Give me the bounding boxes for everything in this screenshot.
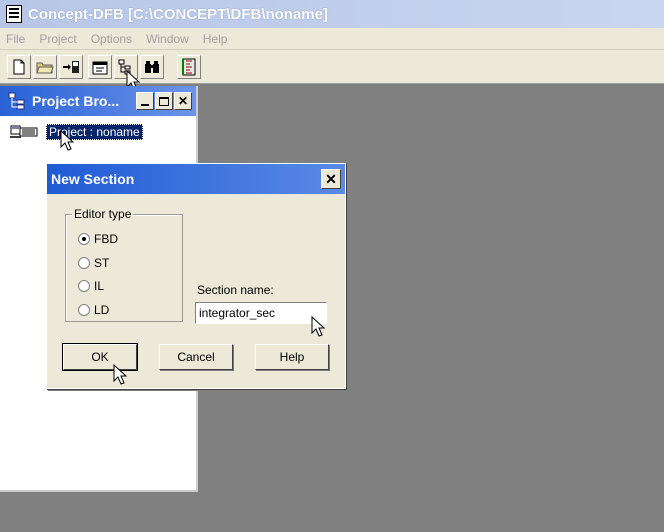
editor-type-label: Editor type bbox=[72, 207, 134, 221]
app-icon bbox=[6, 5, 22, 23]
close-icon: ✕ bbox=[325, 170, 337, 187]
project-browser-icon bbox=[8, 92, 25, 110]
radio-fbd[interactable]: FBD bbox=[78, 232, 118, 246]
properties-button[interactable] bbox=[88, 55, 112, 79]
help-button[interactable]: Help bbox=[255, 344, 329, 370]
radio-label: FBD bbox=[94, 232, 118, 246]
maximize-icon bbox=[159, 96, 169, 106]
maximize-button[interactable] bbox=[155, 92, 173, 110]
section-name-input[interactable] bbox=[195, 302, 327, 324]
dialog-title-bar[interactable]: New Section ✕ bbox=[47, 164, 345, 194]
menu-project[interactable]: Project bbox=[32, 32, 83, 46]
close-button[interactable]: ✕ bbox=[174, 92, 192, 110]
ruler-icon bbox=[182, 58, 196, 76]
close-icon: ✕ bbox=[177, 94, 189, 108]
radio-button[interactable] bbox=[78, 304, 90, 316]
properties-icon bbox=[92, 61, 108, 75]
new-file-icon bbox=[13, 59, 25, 75]
open-button[interactable] bbox=[33, 55, 57, 79]
ruler-button[interactable] bbox=[177, 55, 201, 79]
dialog-title: New Section bbox=[51, 171, 135, 187]
radio-button[interactable] bbox=[78, 280, 90, 292]
menu-bar: File Project Options Window Help bbox=[0, 28, 664, 50]
dialog-close-button[interactable]: ✕ bbox=[321, 169, 341, 189]
menu-help[interactable]: Help bbox=[196, 32, 235, 46]
radio-st[interactable]: ST bbox=[78, 256, 109, 270]
minimize-icon bbox=[141, 104, 149, 106]
minimize-button[interactable] bbox=[136, 92, 154, 110]
menu-file[interactable]: File bbox=[0, 32, 32, 46]
project-browser-title-bar[interactable]: Project Bro... ✕ bbox=[0, 86, 196, 116]
editor-type-group: Editor type FBD ST IL LD bbox=[65, 207, 183, 322]
cancel-button-label: Cancel bbox=[177, 350, 215, 364]
open-folder-icon bbox=[36, 62, 54, 74]
ok-button-label: OK bbox=[91, 350, 109, 364]
app-title-bar[interactable]: Concept-DFB [C:\CONCEPT\DFB\noname] bbox=[0, 0, 664, 28]
new-file-button[interactable] bbox=[7, 55, 31, 79]
app-title: Concept-DFB [C:\CONCEPT\DFB\noname] bbox=[28, 5, 328, 23]
mouse-pointer-icon bbox=[60, 130, 74, 151]
radio-label: LD bbox=[94, 303, 110, 317]
import-button[interactable] bbox=[59, 55, 83, 79]
mouse-pointer-icon bbox=[113, 364, 127, 385]
radio-il[interactable]: IL bbox=[78, 279, 104, 293]
radio-label: IL bbox=[94, 279, 105, 293]
toolbar bbox=[0, 50, 664, 91]
help-button-label: Help bbox=[279, 350, 305, 364]
project-icon bbox=[10, 125, 38, 138]
tree-item-project[interactable]: Project : noname bbox=[10, 124, 143, 140]
radio-button[interactable] bbox=[78, 233, 90, 245]
find-button[interactable] bbox=[140, 55, 164, 79]
menu-options[interactable]: Options bbox=[84, 32, 139, 46]
project-browser-title: Project Bro... bbox=[32, 93, 120, 109]
radio-label: ST bbox=[94, 256, 110, 270]
section-name-label: Section name: bbox=[197, 283, 274, 297]
radio-ld[interactable]: LD bbox=[78, 303, 109, 317]
mouse-pointer-icon bbox=[311, 316, 325, 337]
radio-button[interactable] bbox=[78, 257, 90, 269]
menu-window[interactable]: Window bbox=[139, 32, 196, 46]
import-icon bbox=[63, 61, 79, 73]
cancel-button[interactable]: Cancel bbox=[159, 344, 233, 370]
find-icon bbox=[145, 61, 159, 73]
new-section-dialog: New Section ✕ Editor type FBD ST IL LD S… bbox=[46, 163, 346, 389]
